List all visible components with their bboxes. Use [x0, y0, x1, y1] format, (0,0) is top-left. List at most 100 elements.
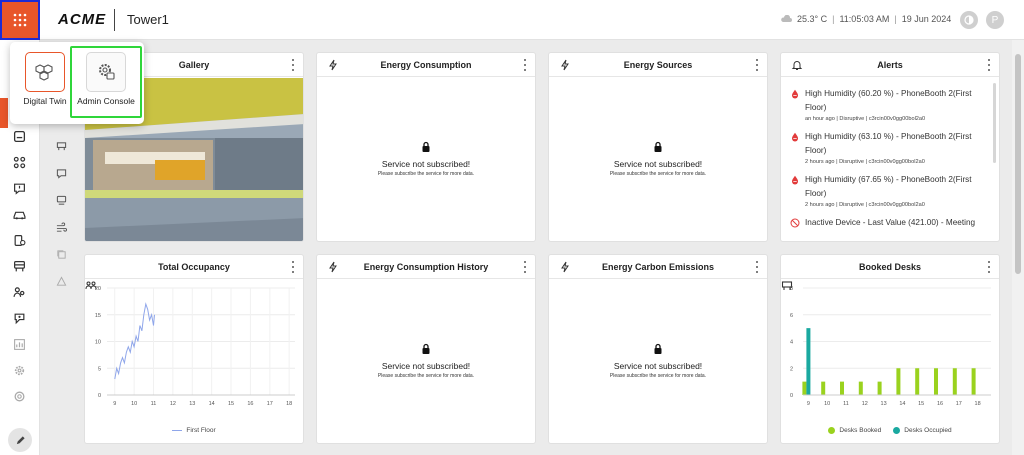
not-subscribed-message: Service not subscribed! Please subscribe…: [317, 343, 535, 379]
card-title: Booked Desks: [858, 262, 922, 272]
legend-item[interactable]: Desks Occupied: [893, 427, 952, 434]
support-icon[interactable]: [10, 387, 28, 405]
air-flow-icon[interactable]: [54, 220, 68, 234]
settings-icon[interactable]: [10, 361, 28, 379]
lock-icon: [654, 343, 662, 354]
alert-item[interactable]: High Humidity (67.65 %) - PhoneBooth 2(F…: [789, 173, 987, 208]
x-tick-label: 15: [228, 401, 234, 407]
not-subscribed-message: Service not subscribed! Please subscribe…: [549, 343, 767, 379]
energy-carbon-emissions-card: Energy Carbon Emissions Service not subs…: [548, 254, 768, 444]
site-selector[interactable]: Tower1: [127, 12, 169, 27]
card-header: Total Occupancy: [85, 255, 303, 290]
secondary-toolbar: [52, 125, 72, 295]
monitor-icon[interactable]: [54, 193, 68, 207]
y-tick-label: 0: [98, 393, 101, 399]
not-subscribed-message: Service not subscribed! Please subscribe…: [549, 141, 767, 177]
bar: [952, 368, 957, 395]
total-occupancy-card: Total Occupancy 0 5 10 15 20 9 10 11 12 13 14 15 16 1…: [84, 254, 304, 444]
message-subtext: Please subscribe the service for more da…: [609, 171, 707, 177]
apps-menu-button[interactable]: [0, 0, 40, 40]
desk-booking-icon[interactable]: [10, 257, 28, 275]
dashboard-icon[interactable]: [10, 127, 28, 145]
y-tick-label: 5: [98, 366, 101, 372]
edit-layout-button[interactable]: [8, 428, 32, 452]
alerts-scrollbar[interactable]: [993, 83, 996, 163]
legend-label: First Floor: [186, 427, 216, 434]
analytics-icon[interactable]: [10, 335, 28, 353]
booked-desks-chart[interactable]: 0 2 4 6 8 9 10 11 12 13 14 15 16 17 18: [781, 280, 1000, 420]
card-title: Total Occupancy: [158, 262, 230, 272]
chat-icon[interactable]: [54, 166, 68, 180]
people-icon[interactable]: [10, 283, 28, 301]
bar: [915, 368, 920, 395]
alert-meta: 2 hours ago | Disruptive | c3rcin00v0gg0…: [805, 159, 925, 165]
lock-icon: [422, 343, 430, 354]
user-avatar[interactable]: P: [986, 11, 1004, 29]
bar: [858, 381, 863, 395]
alert-item[interactable]: Inactive Device - Last Value (421.00) - …: [789, 216, 987, 230]
energy-sources-card: Energy Sources Service not subscribed! P…: [548, 52, 768, 242]
x-tick-label: 14: [899, 401, 905, 407]
more-options-icon[interactable]: [521, 58, 529, 72]
message-title: Service not subscribed!: [613, 361, 703, 371]
legend-label: Desks Booked: [839, 427, 882, 434]
more-options-icon[interactable]: [753, 260, 761, 274]
legend-label: Desks Occupied: [904, 427, 952, 434]
brand-logo[interactable]: ACME: [58, 11, 106, 28]
chart-legend: First Floor: [85, 427, 303, 434]
more-options-icon[interactable]: [521, 260, 529, 274]
bar: [971, 368, 976, 395]
status-sep: |: [832, 14, 835, 24]
bar: [934, 368, 938, 395]
gear-settings-icon: [86, 52, 126, 92]
more-options-icon[interactable]: [289, 260, 297, 274]
more-options-icon[interactable]: [289, 58, 297, 72]
sidebar-active-indicator: [0, 98, 8, 128]
bar: [840, 381, 844, 395]
bar: [896, 368, 901, 395]
cubes-icon: [25, 52, 65, 92]
legend-item[interactable]: First Floor: [172, 427, 216, 434]
x-tick-label: 9: [807, 401, 810, 407]
card-title: Energy Consumption History: [363, 262, 489, 272]
not-subscribed-message: Service not subscribed! Please subscribe…: [317, 141, 535, 177]
phone-sync-icon[interactable]: [10, 231, 28, 249]
energy-consumption-card: Energy Consumption Service not subscribe…: [316, 52, 536, 242]
status-sep: |: [894, 14, 897, 24]
x-tick-label: 10: [824, 401, 830, 407]
energy-consumption-history-card: Energy Consumption History Service not s…: [316, 254, 536, 444]
more-options-icon[interactable]: [985, 58, 993, 72]
theme-toggle-icon[interactable]: [960, 11, 978, 29]
legend-item[interactable]: Desks Booked: [828, 427, 881, 434]
alert-item[interactable]: High Humidity (63.10 %) - PhoneBooth 2(F…: [789, 130, 987, 165]
copy-icon[interactable]: [54, 247, 68, 261]
x-tick-label: 12: [862, 401, 868, 407]
alert-meta: an hour ago | Disruptive | c3rcin00v0gg0…: [805, 116, 926, 122]
booked-desks-card: Booked Desks 0 2 4 6 8 9 10 11 12 13 14 15 16 17 18 De…: [780, 254, 1000, 444]
lock-icon: [422, 141, 430, 152]
card-header: Energy Sources: [549, 53, 767, 77]
message-title: Service not subscribed!: [613, 159, 703, 169]
total-occupancy-chart[interactable]: 0 5 10 15 20 9 10 11 12 13 14 15 16 17 18: [85, 280, 304, 420]
app-admin-console[interactable]: Admin Console: [70, 46, 142, 118]
y-tick-label: 4: [790, 340, 793, 346]
card-header: Energy Consumption History: [317, 255, 535, 279]
message-title: Service not subscribed!: [381, 159, 471, 169]
warning-icon[interactable]: [54, 274, 68, 288]
feedback-icon[interactable]: [10, 179, 28, 197]
message-subtext: Please subscribe the service for more da…: [609, 373, 707, 379]
alerts-list: High Humidity (60.20 %) - PhoneBooth 2(F…: [789, 87, 987, 238]
more-options-icon[interactable]: [753, 58, 761, 72]
nodes-icon[interactable]: [10, 153, 28, 171]
y-tick-label: 0: [790, 393, 793, 399]
vehicle-icon[interactable]: [10, 205, 28, 223]
scrollbar-thumb[interactable]: [1015, 54, 1021, 274]
card-header: Energy Carbon Emissions: [549, 255, 767, 279]
more-options-icon[interactable]: [985, 260, 993, 274]
alert-item[interactable]: High Humidity (60.20 %) - PhoneBooth 2(F…: [789, 87, 987, 122]
page-scrollbar[interactable]: [1012, 40, 1024, 455]
meeting-room-icon[interactable]: [10, 309, 28, 327]
y-tick-label: 6: [790, 313, 793, 319]
alerts-card: Alerts High Humidity (60.20 %) - PhoneBo…: [780, 52, 1000, 242]
desk-icon[interactable]: [54, 139, 68, 153]
